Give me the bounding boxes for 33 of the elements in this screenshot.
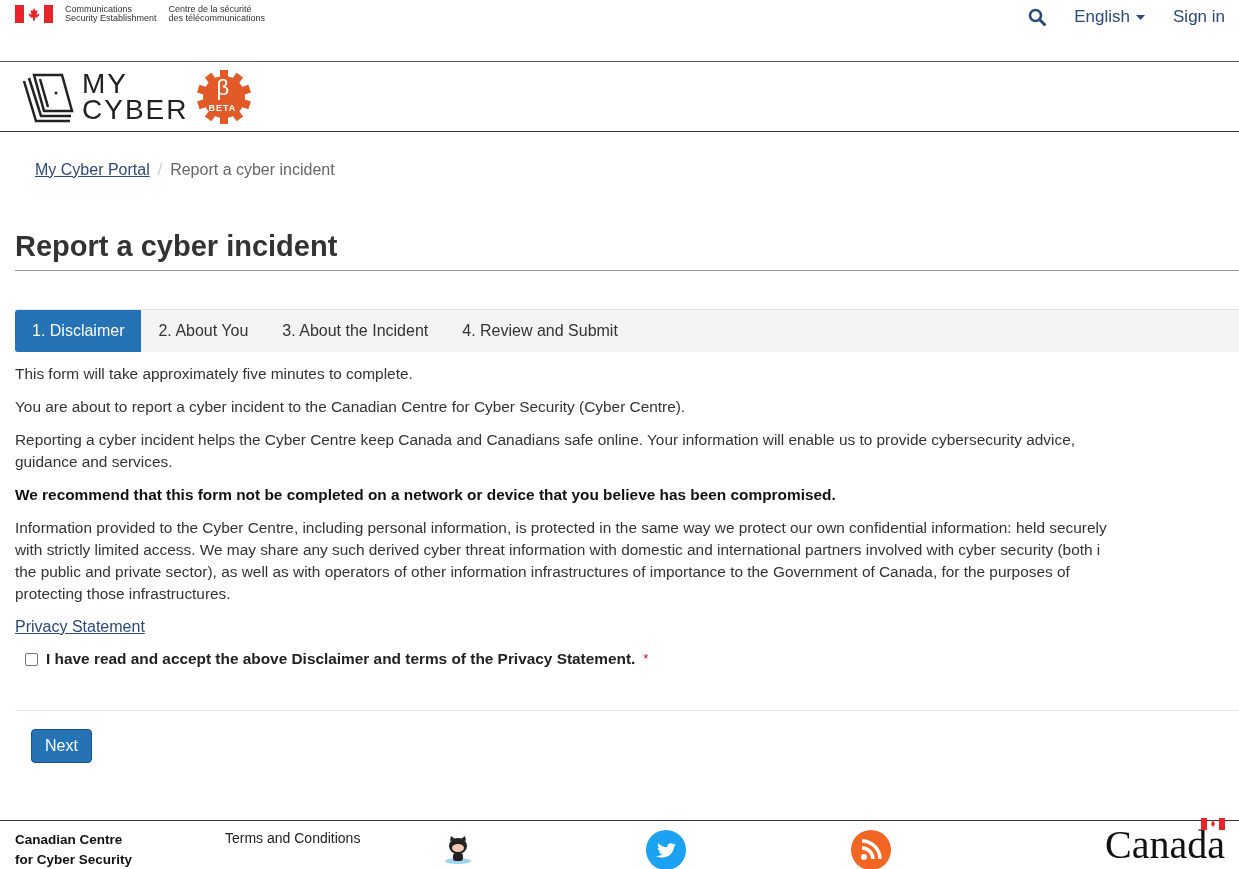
- required-mark: *: [643, 650, 649, 668]
- logo-text: MY: [82, 71, 129, 97]
- consent-label: I have read and accept the above Disclaimer and terms of the Privacy Statement.: [46, 649, 636, 669]
- agency-name: Centre de la sécurité des télécommunications: [168, 5, 266, 23]
- sign-in-link[interactable]: Sign in: [1173, 7, 1225, 27]
- flag-icon: [15, 5, 53, 23]
- caret-icon: [1136, 14, 1145, 20]
- canada-wordmark: Canada: [1105, 828, 1225, 862]
- flag-icon: [1201, 818, 1225, 830]
- step-tab[interactable]: 1. Disclaimer: [15, 310, 142, 352]
- logo-text: CYBER: [82, 96, 189, 122]
- breadcrumb-current: Report a cyber incident: [170, 161, 335, 180]
- rss-icon[interactable]: [851, 830, 891, 869]
- checkbox[interactable]: [25, 652, 38, 666]
- language-menu[interactable]: English: [1074, 7, 1145, 27]
- org-name: Canadian Centre for Cyber Security: [15, 831, 134, 869]
- step-tab[interactable]: 3. About the Incident: [265, 310, 446, 352]
- step-tab[interactable]: 4. Review and Submit: [445, 310, 635, 352]
- page-title: Report a cyber incident: [15, 227, 1239, 271]
- paragraph: This form will take approximately five minutes to complete.: [15, 364, 414, 384]
- twitter-icon[interactable]: [646, 830, 686, 869]
- terms-link[interactable]: Terms and Conditions: [225, 830, 441, 846]
- paragraph: Reporting a cyber incident helps the Cyber Centre keep Canada and Canadians safe online. Your information will enable us to provide cybersecurity advice, guidance and services.: [15, 430, 1076, 472]
- next-button[interactable]: Next: [31, 729, 92, 763]
- breadcrumb-link[interactable]: My Cyber Portal: [35, 161, 150, 200]
- paragraph: Information provided to the Cyber Centre, including personal information, is protected in the same way we protect our own confidential information: held securely with strictly limited access. We may share any such derived cyber threat information with domestic and international partners involved with cyber security (both i the public and private sector), as well as with operators of other information infrastructures of importance to the Government of Canada, for the purposes of protecting those infrastructures.: [15, 518, 1108, 604]
- privacy-link[interactable]: Privacy Statement: [15, 616, 145, 638]
- paragraph: You are about to report a cyber incident to the Canadian Centre for Cyber Security (Cyber Centre).: [15, 397, 687, 417]
- paragraph: We recommend that this form not be completed on a network or device that you believe has been compromised.: [15, 485, 837, 505]
- agency-name: Communications Security Establishment: [65, 5, 157, 23]
- search-icon[interactable]: [1028, 8, 1047, 26]
- step-tab[interactable]: 2. About You: [141, 310, 266, 352]
- breadcrumb-separator: /: [157, 161, 163, 180]
